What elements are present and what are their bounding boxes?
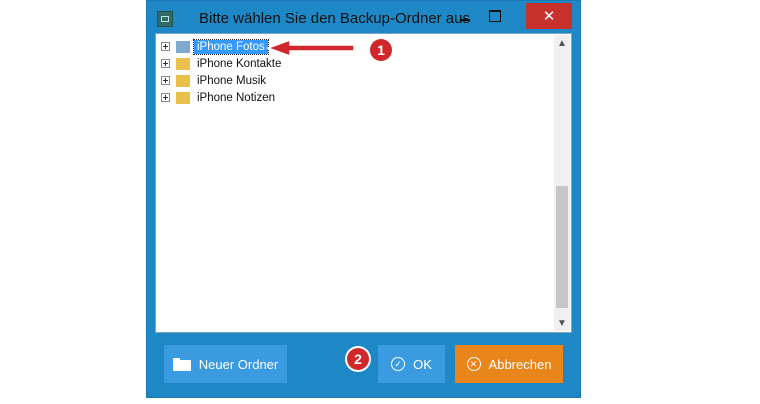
minimize-button[interactable] xyxy=(452,3,478,29)
expand-icon[interactable] xyxy=(161,42,170,51)
cancel-circle-icon: ✕ xyxy=(466,357,481,371)
tree-item-iphone-fotos[interactable]: iPhone Fotos xyxy=(161,38,269,55)
check-circle-icon: ✓ xyxy=(391,357,406,371)
annotation-arrow-icon xyxy=(266,38,355,58)
ok-button[interactable]: ✓ OK xyxy=(378,345,445,383)
expand-icon[interactable] xyxy=(161,59,170,68)
cancel-label: Abbrechen xyxy=(488,356,552,372)
folder-tree[interactable]: iPhone Fotos iPhone Kontakte iPhone Musi… xyxy=(155,33,572,333)
tree-item-label: iPhone Fotos xyxy=(193,38,269,55)
tree-item-iphone-notizen[interactable]: iPhone Notizen xyxy=(161,89,278,106)
ok-label: OK xyxy=(413,356,432,372)
scroll-thumb[interactable] xyxy=(556,186,568,308)
app-icon xyxy=(157,11,173,27)
folder-icon xyxy=(176,91,190,104)
cancel-button[interactable]: ✕ Abbrechen xyxy=(455,345,563,383)
tree-item-iphone-musik[interactable]: iPhone Musik xyxy=(161,72,269,89)
folder-icon xyxy=(176,40,190,53)
folder-icon xyxy=(176,74,190,87)
scroll-up-icon[interactable]: ▲ xyxy=(554,35,570,51)
new-folder-label: Neuer Ordner xyxy=(198,356,279,372)
maximize-icon xyxy=(489,10,501,22)
scroll-down-icon[interactable]: ▼ xyxy=(554,315,570,331)
maximize-button[interactable] xyxy=(482,3,508,29)
tree-item-label: iPhone Musik xyxy=(197,74,267,87)
title-bar[interactable]: Bitte wählen Sie den Backup-Ordner aus ✕ xyxy=(147,1,580,37)
expand-icon[interactable] xyxy=(161,93,170,102)
new-folder-button[interactable]: Neuer Ordner xyxy=(164,345,287,383)
minimize-icon xyxy=(460,19,470,21)
close-icon: ✕ xyxy=(542,8,556,25)
folder-icon xyxy=(172,357,191,371)
annotation-badge-1: 1 xyxy=(370,39,392,61)
folder-icon xyxy=(176,57,190,70)
vertical-scrollbar[interactable]: ▲ ▼ xyxy=(554,35,570,331)
tree-item-label: iPhone Kontakte xyxy=(197,57,282,70)
expand-icon[interactable] xyxy=(161,76,170,85)
close-button[interactable]: ✕ xyxy=(526,3,572,29)
annotation-badge-2: 2 xyxy=(347,348,369,370)
tree-item-label: iPhone Notizen xyxy=(197,91,275,104)
window-title: Bitte wählen Sie den Backup-Ordner aus xyxy=(199,10,470,27)
dialog-window: Bitte wählen Sie den Backup-Ordner aus ✕… xyxy=(146,0,581,398)
